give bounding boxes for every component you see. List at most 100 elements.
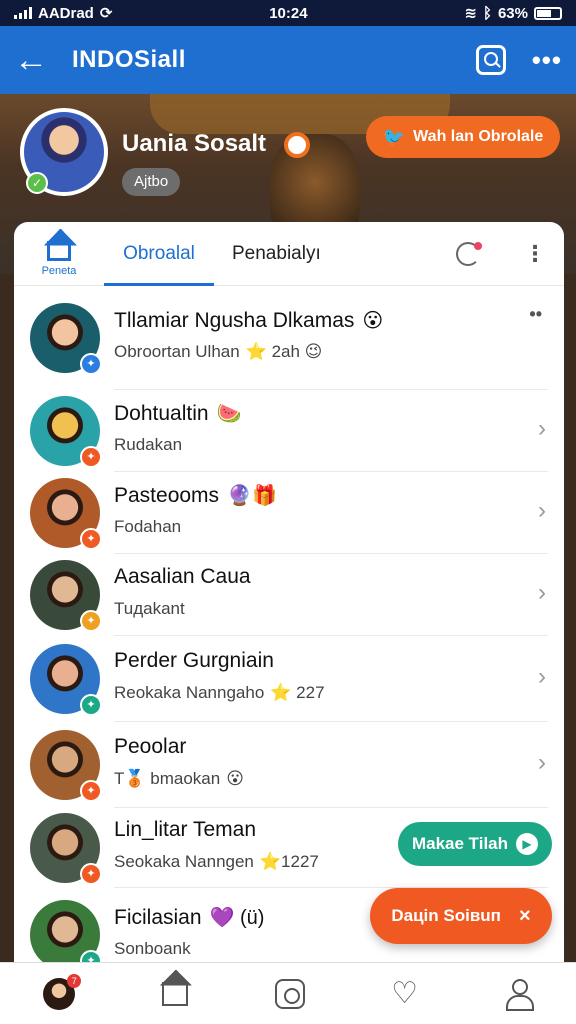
app-title: INDOSiall [72,46,186,73]
contact-subtitle-text: Rudakan [114,435,183,454]
tab-home-label: Peneta [41,264,77,277]
action-button[interactable]: Daцin Soiвuп × [370,888,552,944]
bottom-nav: 7 ♡ [0,962,576,1024]
title-emoji-icon: 🔮🎁 [227,485,277,507]
contact-name: Dohtualtin 🍉 [114,401,241,426]
tab-home[interactable]: Peneta [14,231,104,277]
contact-subtitle-text: Sonboank [114,939,191,958]
kebab-menu-icon[interactable]: ⋮ [524,241,546,267]
contact-name: Peoolar [114,735,186,759]
title-emoji-icon: 🍉 [216,403,242,425]
battery-percent: 63% [497,4,528,22]
nav-user-icon[interactable] [505,978,534,1011]
contact-subtitle: Tuдakant [114,599,185,619]
subtitle-extra: ⭐1227 [259,852,319,871]
wifi-icon: ≋ [464,5,477,22]
contact-subtitle: Sonboank [114,939,191,959]
contact-name-text: Tllamiar Ngusha Dlkamas [114,309,355,332]
contact-name: Tllamiar Ngusha Dlkamas 😮 [114,308,383,333]
chevron-right-icon[interactable]: › [538,579,546,607]
list-item[interactable]: ✦ Pasteooms 🔮🎁 Fodahan › [14,472,564,554]
contact-subtitle: Reokaka Nanngaho ⭐ 227 [114,683,325,703]
subtitle-extra: 😮 [226,769,244,788]
subtitle-extra: ⭐ 227 [270,683,325,702]
list-item[interactable]: ✦ Tllamiar Ngusha Dlkamas 😮 Obroortan Ulhan… [14,286,564,390]
profile-name: Uania Sosalt [122,130,267,157]
list-item[interactable]: ✦ Peoolar T🥉 bmaokan 😮 › [14,722,564,808]
refresh-icon[interactable] [456,241,482,266]
avatar-status-icon: ✦ [80,863,102,885]
back-arrow-icon[interactable]: ← [14,41,58,80]
avatar-status-icon: ✦ [80,528,102,550]
contact-name-text: Dohtualtin [114,402,209,425]
contact-name: Lin_litar Teman [114,818,256,842]
avatar-status-icon: ✦ [80,446,102,468]
status-bar: AADrad ⟳ 10:24 ≋ ᛒ 63% [0,0,576,26]
search-icon[interactable] [475,45,506,75]
contact-name: Perder Gurgniain [114,649,274,673]
item-options-icon[interactable]: •• [529,304,542,325]
contact-subtitle: Fodahan [114,517,181,537]
online-badge-icon: ✓ [26,172,48,194]
start-chat-button[interactable]: Makae Tilah ▶ [398,822,552,866]
chevron-right-icon[interactable]: › [538,415,546,443]
list-item[interactable]: ✦ Dohtualtin 🍉 Rudakan › [14,390,564,472]
contact-name-text: Perder Gurgniain [114,649,274,672]
contact-subtitle-text: Obroortan Ulhan [114,342,240,361]
tab-bar: Peneta Obroalal Penabialyı ⋮ [14,222,564,286]
list-item[interactable]: ✦ Perder Gurgniain Reokaka Nanngaho ⭐ 227 › [14,636,564,722]
avatar-status-icon: ✦ [80,610,102,632]
subtitle-extra: ⭐ 2ah 😉 [245,342,323,361]
bluetooth-icon: ᛒ [482,4,492,22]
profile-tag[interactable]: Ajtbo [122,168,181,196]
carrier-name: AADrad [38,4,94,22]
chevron-right-icon[interactable]: › [538,749,546,777]
home-icon [47,240,71,261]
bird-icon: 🐦 [382,126,406,147]
contact-name-text: Pasteooms [114,484,220,507]
status-left: AADrad ⟳ [14,4,112,22]
contact-subtitle-text: Reokaka Nanngaho [114,683,265,702]
list-item[interactable]: ✦ Aasalian Caua Tuдakant › [14,554,564,636]
tab-chats[interactable]: Obroalal [104,222,214,286]
contact-name: Aasalian Caua [114,565,251,589]
contact-subtitle-text: Fodahan [114,517,182,536]
title-emoji-icon: 💜 (ü) [209,907,265,929]
title-emoji-icon: 😮 [362,310,384,332]
nav-heart-icon[interactable]: ♡ [391,976,418,1011]
more-options-icon[interactable]: ••• [532,45,562,76]
avatar-status-icon: ✦ [80,694,102,716]
follow-button[interactable]: 🐦 Wah lan Obrolale [366,116,560,158]
badge-icon [284,132,310,158]
start-chat-label: Makae Tilah [411,834,509,853]
tab-other[interactable]: Penabialyı [232,243,456,265]
contact-subtitle: Obroortan Ulhan ⭐ 2ah 😉 [114,342,322,362]
chevron-right-icon[interactable]: › [538,663,546,691]
action-button-label: Daцin Soiвuп [391,906,501,925]
signal-icon [14,7,32,19]
contact-name-text: Aasalian Caua [114,565,251,588]
nav-profile-avatar[interactable]: 7 [43,973,82,1010]
avatar-status-icon: ✦ [80,353,102,375]
follow-button-label: Wah lan Obrolale [413,128,544,145]
nav-camera-icon[interactable] [274,978,305,1009]
notification-badge: 7 [67,973,82,988]
contact-subtitle: Seokaka Nanngen ⭐1227 [114,852,319,872]
contact-name-text: Lin_litar Teman [114,818,257,841]
contact-name: Ficilasian 💜 (ü) [114,905,264,930]
status-right: ≋ ᛒ 63% [464,4,562,22]
contact-subtitle: T🥉 bmaokan 😮 [114,769,244,789]
battery-icon [533,6,562,20]
chevron-right-icon[interactable]: › [538,497,546,525]
sync-icon: ⟳ [99,5,113,22]
avatar-status-icon: ✦ [80,780,102,802]
nav-home-icon[interactable] [161,981,188,1006]
contact-name: Pasteooms 🔮🎁 [114,483,277,508]
contact-subtitle: Rudakan [114,435,182,455]
contact-subtitle-text: T🥉 bmaokan [114,769,221,788]
chat-list-card: Peneta Obroalal Penabialyı ⋮ ✦ Tllamiar N… [14,222,564,982]
close-icon[interactable]: × [519,905,531,928]
contact-subtitle-text: Tuдakant [114,599,185,618]
contact-subtitle-text: Seokaka Nanngen [114,852,254,871]
app-bar: ← INDOSiall ••• [0,26,576,94]
